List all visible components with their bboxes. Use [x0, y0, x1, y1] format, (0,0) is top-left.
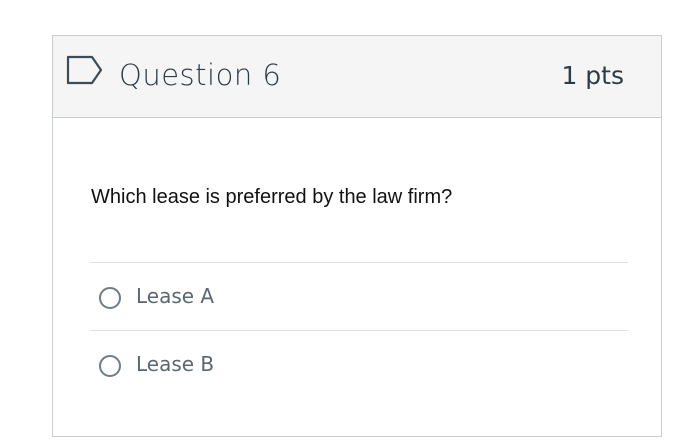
question-text: Which lease is preferred by the law firm… [91, 186, 453, 208]
answer-option-lease-a[interactable]: Lease A [90, 262, 628, 330]
question-title: Question 6 [119, 58, 282, 92]
answer-label: Lease A [136, 284, 215, 308]
answer-list: Lease A Lease B [90, 262, 628, 398]
answer-option-lease-b[interactable]: Lease B [90, 330, 628, 398]
answer-label: Lease B [136, 352, 215, 376]
question-points: 1 pts [561, 61, 624, 90]
question-card: Question 6 1 pts Which lease is preferre… [52, 35, 662, 437]
radio-button[interactable] [99, 287, 121, 309]
question-header: Question 6 1 pts [53, 36, 661, 118]
radio-button[interactable] [99, 355, 121, 377]
flag-icon[interactable] [66, 55, 104, 85]
